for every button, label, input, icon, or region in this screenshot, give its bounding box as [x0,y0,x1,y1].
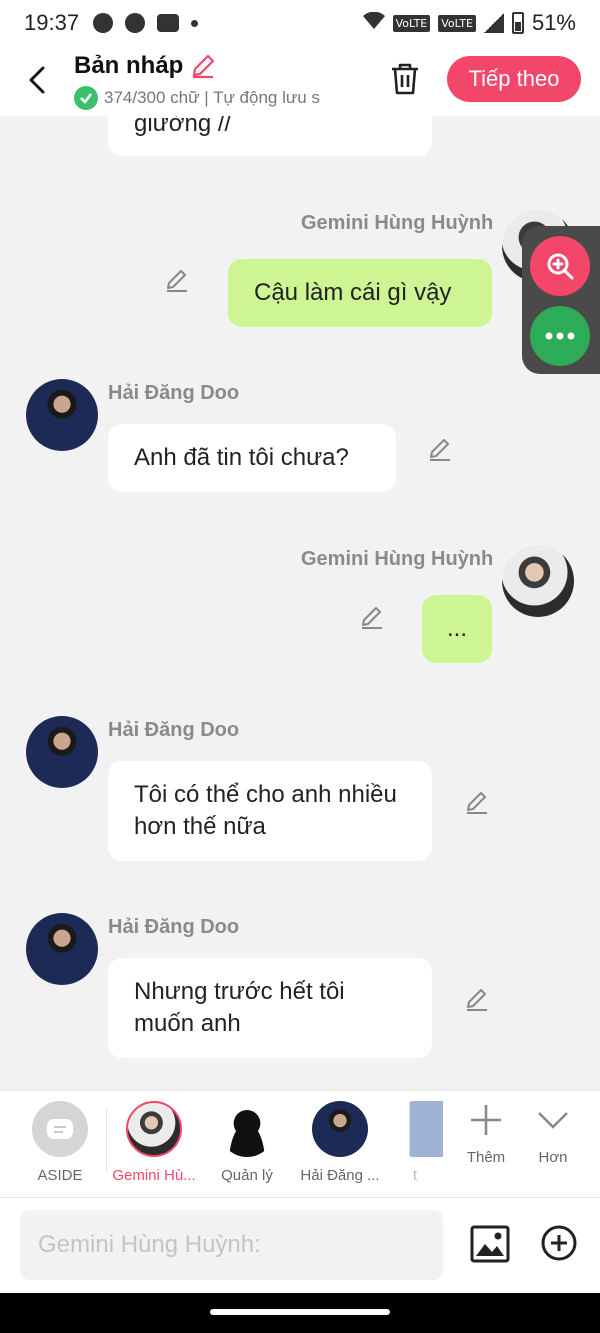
message-bubble[interactable]: Tôi có thể cho anh nhiều hơn thế nữa [108,761,432,861]
avatar [219,1101,275,1157]
back-button[interactable] [20,60,54,100]
expand-button[interactable]: Hơn [523,1103,583,1166]
sender-name: Gemini Hùng Huỳnh [301,212,494,234]
message-bubble[interactable]: Nhưng trước hết tôi muốn anh [108,958,432,1058]
aside-icon [32,1101,88,1157]
insert-image-button[interactable] [470,1224,510,1264]
sender-name: Hải Đăng Doo [108,719,240,741]
message-text: Tôi có thể cho anh nhiều hơn thế nữa [134,781,397,840]
message-text: ... [446,615,467,642]
battery-icon [511,12,524,34]
trash-icon [392,63,418,95]
message-bubble[interactable]: Anh đã tin tôi chưa? [108,424,396,492]
avatar-hai-dang[interactable] [26,379,98,451]
character-label: Hải Đăng ... [300,1167,380,1184]
check-icon [74,86,98,110]
message-bubble[interactable]: Cậu làm cái gì vậy [228,259,492,327]
home-indicator[interactable] [210,1309,390,1315]
character-hai-dang[interactable]: Hải Đăng ... [295,1101,385,1184]
sender-name: Gemini Hùng Huỳnh [301,548,494,570]
sender-name: Hải Đăng Doo [108,916,240,938]
message-text: giường // [134,116,232,137]
next-button[interactable]: Tiếp theo [447,56,581,102]
edit-message-button[interactable] [425,435,455,465]
zalo-icon [157,14,180,32]
plus-circle-icon [541,1225,577,1261]
messenger-icon [125,13,146,33]
add-more-button[interactable] [540,1224,578,1262]
volte-badge-1: VoLTE [392,14,431,32]
word-count-status: 374/300 chữ | Tự động lưu s [74,86,364,110]
status-right: VoLTE VoLTE 51% [362,10,576,36]
message-text: Cậu làm cái gì vậy [254,279,452,306]
status-bar: 19:37 VoLTE VoLTE 51% [0,0,600,46]
character-label: Quản lý [221,1167,273,1184]
avatar [126,1101,182,1157]
editor-header: Bản nháp 374/300 chữ | Tự động lưu s Tiế… [0,46,600,116]
zoom-in-icon [547,253,574,280]
word-count-text: 374/300 chữ | Tự động lưu s [104,88,320,107]
image-icon [470,1225,510,1263]
status-time: 19:37 [24,10,80,35]
plus-icon [471,1105,501,1135]
add-character-button[interactable]: Thêm [456,1103,516,1166]
character-gemini[interactable]: Gemini Hù... [109,1101,199,1184]
edit-message-button[interactable] [357,603,387,633]
delete-button[interactable] [386,60,424,98]
draft-title[interactable]: Bản nháp [74,52,217,80]
more-dots-icon [545,332,575,340]
edit-message-button[interactable] [162,266,192,296]
battery-percent: 51% [531,10,576,35]
message-text: Nhưng trước hết tôi muốn anh [134,978,345,1037]
pencil-icon [467,792,487,814]
character-partial[interactable]: t [385,1101,445,1184]
chevron-left-icon [29,66,45,94]
avatar-gemini[interactable] [502,545,574,617]
message-bubble[interactable]: giường // [108,116,432,156]
message-text: Anh đã tin tôi chưa? [134,444,349,471]
system-nav-bar [0,1293,600,1333]
character-label: Gemini Hù... [112,1167,196,1184]
avatar-hai-dang[interactable] [26,716,98,788]
draft-title-text: Bản nháp [74,52,184,79]
character-aside[interactable]: ASIDE [15,1101,105,1184]
message-bubble[interactable]: ... [422,595,492,663]
pencil-icon [193,54,215,79]
chat-bubble-icon [93,13,114,33]
character-label: t [412,1167,418,1184]
sender-name: Hải Đăng Doo [108,382,240,404]
pencil-icon [467,989,487,1011]
pencil-icon [430,439,450,461]
floating-tool-panel [522,226,600,374]
message-input[interactable] [20,1210,443,1280]
wifi-icon [362,10,385,36]
avatar [312,1101,368,1157]
character-quan-ly[interactable]: Quản lý [202,1101,292,1184]
notification-icons [93,13,199,33]
message-input-bar [0,1198,600,1293]
edit-message-button[interactable] [462,788,492,818]
pencil-icon [167,270,187,292]
signal-icon [483,13,504,33]
avatar-hai-dang[interactable] [26,913,98,985]
chat-area[interactable]: giường // Gemini Hùng Huỳnh Cậu làm cái … [0,116,600,1090]
avatar [387,1101,443,1157]
character-selector: ASIDE Gemini Hù... Quản lý Hải Đăng ... … [0,1090,600,1198]
chevron-down-icon [538,1112,568,1129]
expand-label: Hơn [538,1149,568,1166]
edit-message-button[interactable] [462,985,492,1015]
more-notifications-dot-icon [191,19,199,27]
divider [106,1109,107,1171]
volte-badge-2: VoLTE [438,14,476,32]
character-label: ASIDE [37,1167,83,1184]
add-label: Thêm [466,1149,506,1166]
zoom-button[interactable] [530,236,590,296]
more-options-button[interactable] [530,306,590,366]
pencil-icon [362,607,382,629]
